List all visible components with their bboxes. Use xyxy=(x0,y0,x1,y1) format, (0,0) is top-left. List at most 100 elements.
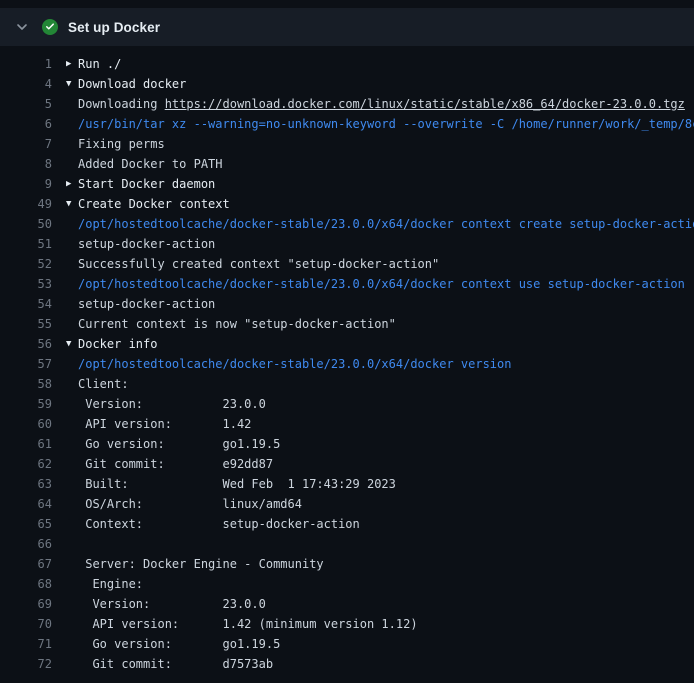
group-toggle-icon[interactable]: ▼ xyxy=(52,194,78,214)
log-line: 7 Fixing perms xyxy=(0,134,694,154)
success-check-icon xyxy=(42,19,58,35)
line-number[interactable]: 68 xyxy=(0,574,52,594)
line-number[interactable]: 49 xyxy=(0,194,52,214)
log-line: 59 Version: 23.0.0 xyxy=(0,394,694,414)
log-line: 6 /usr/bin/tar xz --warning=no-unknown-k… xyxy=(0,114,694,134)
log-line: 50 /opt/hostedtoolcache/docker-stable/23… xyxy=(0,214,694,234)
line-number[interactable]: 55 xyxy=(0,314,52,334)
line-text: setup-docker-action xyxy=(78,294,215,314)
log-line: 69 Version: 23.0.0 xyxy=(0,594,694,614)
line-number[interactable]: 56 xyxy=(0,334,52,354)
log-line: 70 API version: 1.42 (minimum version 1.… xyxy=(0,614,694,634)
group-toggle-icon xyxy=(52,594,78,614)
line-text: Go version: go1.19.5 xyxy=(78,634,280,654)
log-line: 63 Built: Wed Feb 1 17:43:29 2023 xyxy=(0,474,694,494)
group-toggle-icon xyxy=(52,394,78,414)
line-number[interactable]: 50 xyxy=(0,214,52,234)
line-number[interactable]: 1 xyxy=(0,54,52,74)
log-line: 1 ▶ Run ./ xyxy=(0,54,694,74)
line-text: OS/Arch: linux/amd64 xyxy=(78,494,302,514)
line-text: Version: 23.0.0 xyxy=(78,394,266,414)
log-line: 58 Client: xyxy=(0,374,694,394)
group-toggle-icon xyxy=(52,514,78,534)
line-number[interactable]: 62 xyxy=(0,454,52,474)
line-number[interactable]: 6 xyxy=(0,114,52,134)
log-line: 56 ▼ Docker info xyxy=(0,334,694,354)
group-toggle-icon xyxy=(52,434,78,454)
group-toggle-icon xyxy=(52,634,78,654)
line-number[interactable]: 5 xyxy=(0,94,52,114)
log-line: 64 OS/Arch: linux/amd64 xyxy=(0,494,694,514)
line-text: Client: xyxy=(78,374,129,394)
line-number[interactable]: 64 xyxy=(0,494,52,514)
line-text: Docker info xyxy=(78,334,157,354)
line-text: Downloading https://download.docker.com/… xyxy=(78,94,685,114)
log-line: 66 xyxy=(0,534,694,554)
log-link[interactable]: https://download.docker.com/linux/static… xyxy=(165,97,685,111)
group-toggle-icon[interactable]: ▶ xyxy=(52,54,78,74)
step-header[interactable]: Set up Docker xyxy=(0,8,694,46)
log-line: 55 Current context is now "setup-docker-… xyxy=(0,314,694,334)
line-number[interactable]: 59 xyxy=(0,394,52,414)
line-number[interactable]: 60 xyxy=(0,414,52,434)
line-number[interactable]: 65 xyxy=(0,514,52,534)
group-toggle-icon[interactable]: ▼ xyxy=(52,334,78,354)
line-number[interactable]: 57 xyxy=(0,354,52,374)
group-toggle-icon xyxy=(52,134,78,154)
group-toggle-icon[interactable]: ▼ xyxy=(52,74,78,94)
line-number[interactable]: 51 xyxy=(0,234,52,254)
line-text: Create Docker context xyxy=(78,194,230,214)
line-number[interactable]: 53 xyxy=(0,274,52,294)
line-text: Fixing perms xyxy=(78,134,165,154)
group-toggle-icon xyxy=(52,614,78,634)
line-number[interactable]: 69 xyxy=(0,594,52,614)
group-toggle-icon xyxy=(52,554,78,574)
group-toggle-icon xyxy=(52,94,78,114)
line-number[interactable]: 4 xyxy=(0,74,52,94)
log-line: 53 /opt/hostedtoolcache/docker-stable/23… xyxy=(0,274,694,294)
line-number[interactable]: 72 xyxy=(0,654,52,674)
group-toggle-icon xyxy=(52,414,78,434)
line-text: setup-docker-action xyxy=(78,234,215,254)
line-text: Context: setup-docker-action xyxy=(78,514,360,534)
group-toggle-icon[interactable]: ▶ xyxy=(52,174,78,194)
group-toggle-icon xyxy=(52,454,78,474)
line-text: Git commit: e92dd87 xyxy=(78,454,273,474)
line-number[interactable]: 70 xyxy=(0,614,52,634)
line-number[interactable]: 52 xyxy=(0,254,52,274)
log-line: 67 Server: Docker Engine - Community xyxy=(0,554,694,574)
line-text: Download docker xyxy=(78,74,186,94)
line-number[interactable]: 9 xyxy=(0,174,52,194)
log-line: 9 ▶ Start Docker daemon xyxy=(0,174,694,194)
group-toggle-icon xyxy=(52,234,78,254)
log-line: 8 Added Docker to PATH xyxy=(0,154,694,174)
line-number[interactable]: 63 xyxy=(0,474,52,494)
line-number[interactable]: 61 xyxy=(0,434,52,454)
group-toggle-icon xyxy=(52,294,78,314)
log-line: 4 ▼ Download docker xyxy=(0,74,694,94)
group-toggle-icon xyxy=(52,474,78,494)
line-text: Built: Wed Feb 1 17:43:29 2023 xyxy=(78,474,396,494)
group-toggle-icon xyxy=(52,374,78,394)
line-number[interactable]: 7 xyxy=(0,134,52,154)
group-toggle-icon xyxy=(52,154,78,174)
line-text: Go version: go1.19.5 xyxy=(78,434,280,454)
line-text: Current context is now "setup-docker-act… xyxy=(78,314,396,334)
log-line: 72 Git commit: d7573ab xyxy=(0,654,694,674)
line-number[interactable]: 66 xyxy=(0,534,52,554)
actions-log-panel: Set up Docker 1 ▶ Run ./ 4 ▼ Download do… xyxy=(0,0,694,683)
line-number[interactable]: 67 xyxy=(0,554,52,574)
line-number[interactable]: 8 xyxy=(0,154,52,174)
line-number[interactable]: 54 xyxy=(0,294,52,314)
group-toggle-icon xyxy=(52,254,78,274)
line-number[interactable]: 71 xyxy=(0,634,52,654)
log-line: 5 Downloading https://download.docker.co… xyxy=(0,94,694,114)
line-number[interactable]: 58 xyxy=(0,374,52,394)
line-text: Git commit: d7573ab xyxy=(78,654,273,674)
log-line: 71 Go version: go1.19.5 xyxy=(0,634,694,654)
chevron-down-icon[interactable] xyxy=(16,21,28,33)
log-line: 57 /opt/hostedtoolcache/docker-stable/23… xyxy=(0,354,694,374)
log-line: 54 setup-docker-action xyxy=(0,294,694,314)
log-line: 60 API version: 1.42 xyxy=(0,414,694,434)
group-toggle-icon xyxy=(52,494,78,514)
